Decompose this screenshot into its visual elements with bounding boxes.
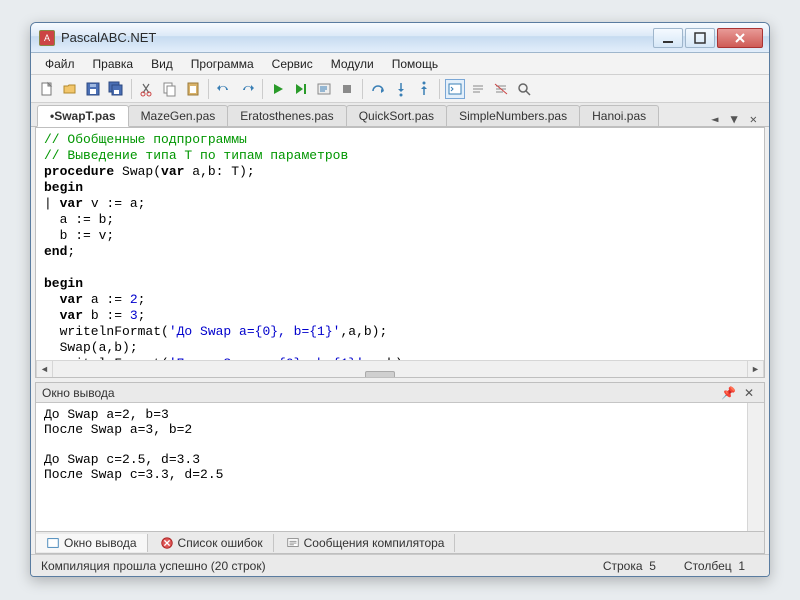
status-column: Столбец 1 bbox=[670, 559, 759, 573]
menu-вид[interactable]: Вид bbox=[143, 55, 181, 73]
menu-помощь[interactable]: Помощь bbox=[384, 55, 446, 73]
show-output-button[interactable] bbox=[445, 79, 465, 99]
toolbar-separator bbox=[131, 79, 132, 99]
output-icon bbox=[46, 536, 60, 550]
compile-button[interactable] bbox=[314, 79, 334, 99]
step-over-button[interactable] bbox=[368, 79, 388, 99]
menu-bar: ФайлПравкаВидПрограммаСервисМодулиПомощь bbox=[31, 53, 769, 75]
output-pane: Окно вывода 📌 ✕ До Swap a=2, b=3 После S… bbox=[35, 382, 765, 532]
bottom-tab-messages[interactable]: Сообщения компилятора bbox=[276, 534, 456, 552]
toolbar bbox=[31, 75, 769, 103]
new-file-button[interactable] bbox=[37, 79, 57, 99]
bottom-tab-errors[interactable]: Список ошибок bbox=[150, 534, 274, 552]
minimize-button[interactable] bbox=[653, 28, 683, 48]
output-pane-header[interactable]: Окно вывода 📌 ✕ bbox=[36, 383, 764, 403]
errors-icon bbox=[160, 536, 174, 550]
output-text[interactable]: До Swap a=2, b=3 После Swap a=3, b=2 До … bbox=[36, 403, 747, 531]
toolbar-separator bbox=[208, 79, 209, 99]
menu-файл[interactable]: Файл bbox=[37, 55, 83, 73]
toolbar-separator bbox=[262, 79, 263, 99]
save-all-button[interactable] bbox=[106, 79, 126, 99]
run-button[interactable] bbox=[268, 79, 288, 99]
uncomment-button[interactable] bbox=[491, 79, 511, 99]
menu-модули[interactable]: Модули bbox=[323, 55, 382, 73]
close-icon[interactable]: ✕ bbox=[740, 386, 758, 400]
editor-tab[interactable]: Hanoi.pas bbox=[579, 105, 659, 126]
scroll-left-arrow[interactable]: ◄ bbox=[36, 361, 53, 378]
cut-button[interactable] bbox=[137, 79, 157, 99]
tabs-close-icon[interactable]: ✕ bbox=[744, 112, 763, 126]
menu-правка[interactable]: Правка bbox=[85, 55, 142, 73]
menu-программа[interactable]: Программа bbox=[183, 55, 262, 73]
tabs-prev-icon[interactable]: ◄ bbox=[705, 112, 724, 126]
editor-horizontal-scrollbar[interactable]: ◄ ► bbox=[36, 360, 764, 377]
step-out-button[interactable] bbox=[414, 79, 434, 99]
undo-button[interactable] bbox=[214, 79, 234, 99]
toolbar-separator bbox=[362, 79, 363, 99]
scroll-right-arrow[interactable]: ► bbox=[747, 361, 764, 378]
step-into-button[interactable] bbox=[391, 79, 411, 99]
maximize-button[interactable] bbox=[685, 28, 715, 48]
editor-tabs: •SwapT.pasMazeGen.pasEratosthenes.pasQui… bbox=[31, 103, 769, 127]
window-controls bbox=[651, 28, 763, 48]
output-pane-title: Окно вывода bbox=[42, 386, 115, 400]
pin-icon[interactable]: 📌 bbox=[717, 386, 740, 400]
paste-button[interactable] bbox=[183, 79, 203, 99]
app-icon: A bbox=[39, 30, 55, 46]
titlebar[interactable]: A PascalABC.NET bbox=[31, 23, 769, 53]
output-vertical-scrollbar[interactable] bbox=[747, 403, 764, 531]
editor-tab[interactable]: MazeGen.pas bbox=[128, 105, 229, 126]
close-button[interactable] bbox=[717, 28, 763, 48]
bottom-tabs: Окно выводаСписок ошибокСообщения компил… bbox=[35, 532, 765, 554]
open-file-button[interactable] bbox=[60, 79, 80, 99]
code-area[interactable]: // Обобщенные подпрограммы // Выведение … bbox=[36, 128, 764, 360]
toolbar-separator bbox=[439, 79, 440, 99]
editor-tab[interactable]: Eratosthenes.pas bbox=[227, 105, 346, 126]
tabs-menu-icon[interactable]: ▼ bbox=[725, 112, 744, 126]
code-editor[interactable]: // Обобщенные подпрограммы // Выведение … bbox=[35, 127, 765, 378]
redo-button[interactable] bbox=[237, 79, 257, 99]
bottom-tab-output[interactable]: Окно вывода bbox=[36, 534, 148, 552]
stop-button[interactable] bbox=[337, 79, 357, 99]
editor-tab[interactable]: QuickSort.pas bbox=[346, 105, 447, 126]
app-window: A PascalABC.NET ФайлПравкаВидПрограммаСе… bbox=[30, 22, 770, 577]
save-button[interactable] bbox=[83, 79, 103, 99]
run-no-debug-button[interactable] bbox=[291, 79, 311, 99]
messages-icon bbox=[286, 536, 300, 550]
status-bar: Компиляция прошла успешно (20 строк) Стр… bbox=[31, 554, 769, 576]
status-message: Компиляция прошла успешно (20 строк) bbox=[41, 559, 266, 573]
menu-сервис[interactable]: Сервис bbox=[264, 55, 321, 73]
find-button[interactable] bbox=[514, 79, 534, 99]
copy-button[interactable] bbox=[160, 79, 180, 99]
status-line: Строка 5 bbox=[589, 559, 670, 573]
editor-tab[interactable]: SimpleNumbers.pas bbox=[446, 105, 580, 126]
scroll-thumb[interactable] bbox=[365, 371, 395, 378]
comment-button[interactable] bbox=[468, 79, 488, 99]
editor-tab[interactable]: •SwapT.pas bbox=[37, 105, 129, 127]
window-title: PascalABC.NET bbox=[61, 30, 651, 45]
